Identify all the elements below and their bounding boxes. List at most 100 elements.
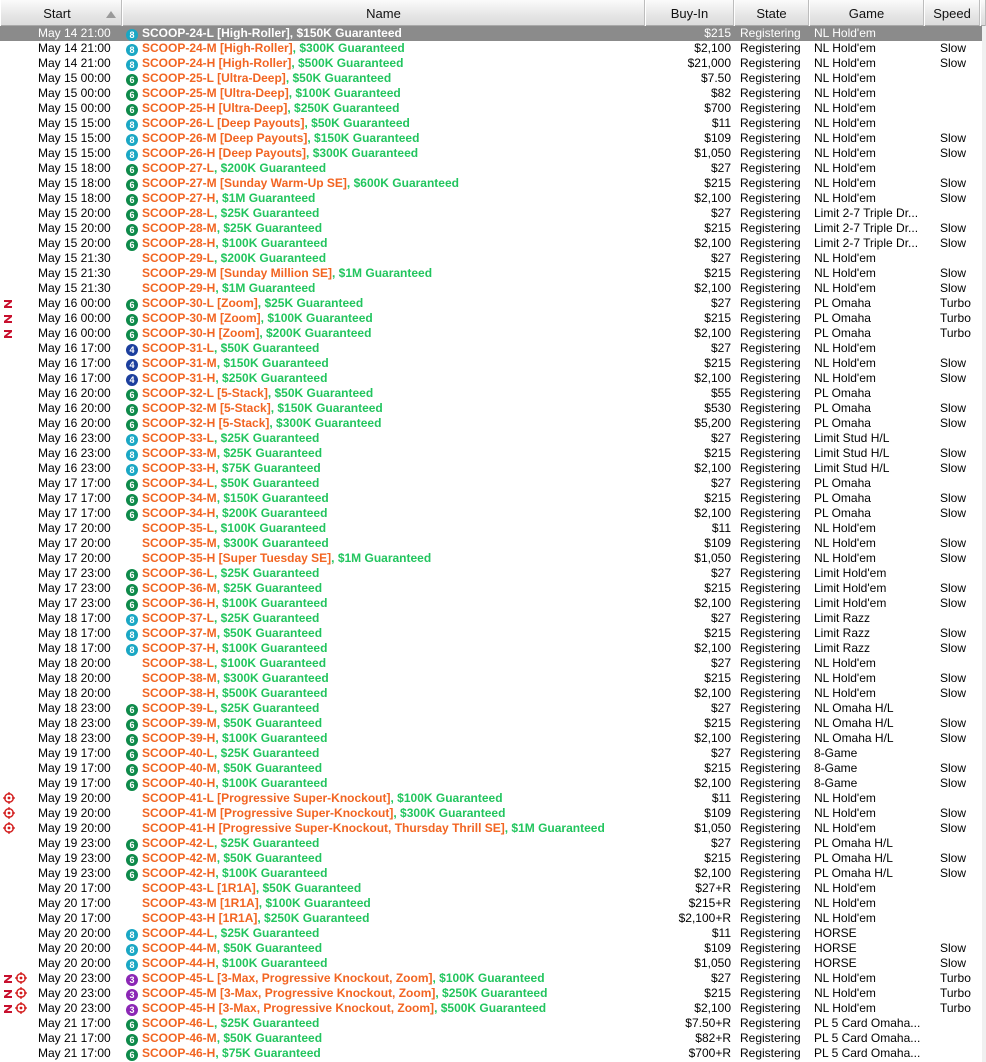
tournament-row[interactable]: May 18 20:00 SCOOP-38-L, $100K Guaranteed…	[0, 656, 986, 671]
tournament-row[interactable]: May 18 23:00 6 SCOOP-39-H, $100K Guarantee…	[0, 731, 986, 746]
tournament-row[interactable]: May 15 15:00 8 SCOOP-26-H [Deep Payouts], …	[0, 146, 986, 161]
tournament-row[interactable]: May 15 15:00 8 SCOOP-26-L [Deep Payouts], …	[0, 116, 986, 131]
tournament-row[interactable]: May 15 20:00 6 SCOOP-28-L, $25K Guaranteed…	[0, 206, 986, 221]
tournament-row[interactable]: May 16 00:00 6 SCOOP-30-M [Zoom], $100K Gu…	[0, 311, 986, 326]
tournament-row[interactable]: May 16 23:00 8 SCOOP-33-H, $75K Guaranteed…	[0, 461, 986, 476]
tournament-row[interactable]: May 16 00:00 6 SCOOP-30-L [Zoom], $25K Gua…	[0, 296, 986, 311]
tournament-row[interactable]: May 18 23:00 6 SCOOP-39-L, $25K Guaranteed…	[0, 701, 986, 716]
tournament-name-title: SCOOP-29-L	[142, 251, 215, 265]
column-header-speed[interactable]: Speed	[924, 0, 980, 26]
tournament-row[interactable]: May 20 23:00 3 SCOOP-45-H [3-Max, Progress…	[0, 1001, 986, 1016]
tournament-row[interactable]: May 18 17:00 8 SCOOP-37-M, $50K Guaranteed…	[0, 626, 986, 641]
tournament-row[interactable]: May 20 17:00 SCOOP-43-H [1R1A], $250K Gua…	[0, 911, 986, 926]
game: Limit Stud H/L	[814, 431, 890, 445]
tournament-row[interactable]: May 16 20:00 6 SCOOP-32-H [5-Stack], $300K…	[0, 416, 986, 431]
column-header-buyin[interactable]: Buy-In	[645, 0, 734, 26]
tournament-row[interactable]: May 16 17:00 4 SCOOP-31-M, $150K Guarantee…	[0, 356, 986, 371]
tournament-name-title: SCOOP-36-H	[142, 596, 216, 610]
start-time: May 20 17:00	[38, 881, 111, 895]
game: 8-Game	[814, 776, 858, 790]
tournament-row[interactable]: May 15 15:00 8 SCOOP-26-M [Deep Payouts], …	[0, 131, 986, 146]
tournament-row[interactable]: May 19 17:00 6 SCOOP-40-H, $100K Guarantee…	[0, 776, 986, 791]
tournament-row[interactable]: May 17 17:00 6 SCOOP-34-H, $200K Guarantee…	[0, 506, 986, 521]
tournament-row[interactable]: May 18 23:00 6 SCOOP-39-M, $50K Guaranteed…	[0, 716, 986, 731]
tournament-feature-icons	[3, 716, 37, 731]
tournament-feature-icons	[3, 761, 37, 776]
tournament-row[interactable]: May 15 18:00 6 SCOOP-27-H, $1M Guaranteed $…	[0, 191, 986, 206]
tournament-row[interactable]: May 15 20:00 6 SCOOP-28-H, $100K Guarantee…	[0, 236, 986, 251]
tournament-row[interactable]: May 16 17:00 4 SCOOP-31-L, $50K Guaranteed…	[0, 341, 986, 356]
column-header-start[interactable]: Start	[0, 0, 122, 26]
tournament-row[interactable]: May 20 20:00 8 SCOOP-44-H, $100K Guarantee…	[0, 956, 986, 971]
tournament-row[interactable]: May 16 20:00 6 SCOOP-32-M [5-Stack], $150K…	[0, 401, 986, 416]
tournament-row[interactable]: May 16 23:00 8 SCOOP-33-M, $25K Guaranteed…	[0, 446, 986, 461]
state: Registering	[740, 221, 801, 235]
game: NL Omaha H/L	[814, 701, 894, 715]
tournament-name-title: SCOOP-40-M	[142, 761, 217, 775]
state: Registering	[740, 416, 801, 430]
tournament-feature-icons	[3, 926, 37, 941]
tournament-row[interactable]: May 19 23:00 6 SCOOP-42-L, $25K Guaranteed…	[0, 836, 986, 851]
tournament-row[interactable]: May 20 23:00 3 SCOOP-45-L [3-Max, Progress…	[0, 971, 986, 986]
tournament-row[interactable]: May 20 23:00 3 SCOOP-45-M [3-Max, Progress…	[0, 986, 986, 1001]
tournament-row[interactable]: May 19 20:00 SCOOP-41-L [Progressive Supe…	[0, 791, 986, 806]
tournament-row[interactable]: May 17 20:00 SCOOP-35-L, $100K Guaranteed…	[0, 521, 986, 536]
tournament-name-title: SCOOP-34-H	[142, 506, 216, 520]
tournament-feature-icons	[3, 281, 37, 296]
tournament-row[interactable]: May 15 21:30 SCOOP-29-L, $200K Guaranteed…	[0, 251, 986, 266]
tournament-row[interactable]: May 17 20:00 SCOOP-35-H [Super Tuesday SE…	[0, 551, 986, 566]
tournament-row[interactable]: May 17 23:00 6 SCOOP-36-L, $25K Guaranteed…	[0, 566, 986, 581]
tournament-row[interactable]: May 18 17:00 8 SCOOP-37-H, $100K Guarantee…	[0, 641, 986, 656]
tournament-row[interactable]: May 20 17:00 SCOOP-43-L [1R1A], $50K Guar…	[0, 881, 986, 896]
tournament-row[interactable]: May 15 20:00 6 SCOOP-28-M, $25K Guaranteed…	[0, 221, 986, 236]
tournament-row[interactable]: May 16 20:00 6 SCOOP-32-L [5-Stack], $50K …	[0, 386, 986, 401]
scrollbar-track[interactable]	[982, 26, 986, 1062]
tournament-row[interactable]: May 16 00:00 6 SCOOP-30-H [Zoom], $200K Gu…	[0, 326, 986, 341]
tournament-row[interactable]: May 21 17:00 6 SCOOP-46-L, $25K Guaranteed…	[0, 1016, 986, 1031]
tournament-row[interactable]: May 19 20:00 SCOOP-41-H [Progressive Supe…	[0, 821, 986, 836]
tournament-row[interactable]: May 15 18:00 6 SCOOP-27-M [Sunday Warm-Up …	[0, 176, 986, 191]
tournament-row[interactable]: May 14 21:00 8 SCOOP-24-H [High-Roller], $…	[0, 56, 986, 71]
tournament-row[interactable]: May 20 20:00 8 SCOOP-44-M, $50K Guaranteed…	[0, 941, 986, 956]
tournament-row[interactable]: May 16 17:00 4 SCOOP-31-H, $250K Guarantee…	[0, 371, 986, 386]
tournament-row[interactable]: May 15 00:00 6 SCOOP-25-H [Ultra-Deep], $2…	[0, 101, 986, 116]
tournament-row[interactable]: May 19 23:00 6 SCOOP-42-M, $50K Guaranteed…	[0, 851, 986, 866]
tournament-row[interactable]: May 17 20:00 SCOOP-35-M, $300K Guaranteed…	[0, 536, 986, 551]
game: NL Omaha H/L	[814, 731, 894, 745]
tournament-row[interactable]: May 15 21:30 SCOOP-29-H, $1M Guaranteed $2…	[0, 281, 986, 296]
tournament-name: 6 SCOOP-36-L, $25K Guaranteed	[126, 566, 678, 581]
tournament-row[interactable]: May 20 17:00 SCOOP-43-M [1R1A], $100K Gua…	[0, 896, 986, 911]
tournament-row[interactable]: May 17 17:00 6 SCOOP-34-M, $150K Guarantee…	[0, 491, 986, 506]
tournament-row[interactable]: May 14 21:00 8 SCOOP-24-M [High-Roller], $…	[0, 41, 986, 56]
tournament-row[interactable]: May 20 20:00 8 SCOOP-44-L, $25K Guaranteed…	[0, 926, 986, 941]
speed: Slow	[940, 761, 967, 775]
tournament-row[interactable]: May 18 20:00 SCOOP-38-M, $300K Guaranteed…	[0, 671, 986, 686]
tournament-row[interactable]: May 21 17:00 6 SCOOP-46-H, $75K Guaranteed…	[0, 1046, 986, 1061]
column-header-state[interactable]: State	[734, 0, 809, 26]
tournament-row[interactable]: May 19 20:00 SCOOP-41-M [Progressive Supe…	[0, 806, 986, 821]
tournament-row[interactable]: May 21 17:00 6 SCOOP-46-M, $50K Guaranteed…	[0, 1031, 986, 1046]
tournament-row[interactable]: May 17 23:00 6 SCOOP-36-H, $100K Guarantee…	[0, 596, 986, 611]
tournament-row[interactable]: May 16 23:00 8 SCOOP-33-L, $25K Guaranteed…	[0, 431, 986, 446]
tournament-name-guarantee: , $150K Guaranteed	[216, 356, 329, 370]
speed: Slow	[940, 446, 967, 460]
tournament-row[interactable]: May 19 23:00 6 SCOOP-42-H, $100K Guarantee…	[0, 866, 986, 881]
column-header-game[interactable]: Game	[809, 0, 924, 26]
tournament-row[interactable]: May 17 17:00 6 SCOOP-34-L, $50K Guaranteed…	[0, 476, 986, 491]
tournament-row[interactable]: May 15 00:00 6 SCOOP-25-M [Ultra-Deep], $1…	[0, 86, 986, 101]
tournament-row[interactable]: May 18 20:00 SCOOP-38-H, $500K Guaranteed…	[0, 686, 986, 701]
buy-in: $2,100	[694, 866, 731, 880]
tournament-row[interactable]: May 15 00:00 6 SCOOP-25-L [Ultra-Deep], $5…	[0, 71, 986, 86]
tournament-row[interactable]: May 19 17:00 6 SCOOP-40-L, $25K Guaranteed…	[0, 746, 986, 761]
tournament-row[interactable]: May 14 21:00 8 SCOOP-24-L [High-Roller], $…	[0, 26, 986, 41]
tournament-row[interactable]: May 18 17:00 8 SCOOP-37-L, $25K Guaranteed…	[0, 611, 986, 626]
buy-in: $215	[704, 986, 731, 1000]
tournament-name-guarantee: , $200K Guaranteed	[259, 326, 372, 340]
tournament-row[interactable]: May 19 17:00 6 SCOOP-40-M, $50K Guaranteed…	[0, 761, 986, 776]
game: NL Hold'em	[814, 116, 876, 130]
tournament-row[interactable]: May 15 21:30 SCOOP-29-M [Sunday Million S…	[0, 266, 986, 281]
tournament-row[interactable]: May 17 23:00 6 SCOOP-36-M, $25K Guaranteed…	[0, 581, 986, 596]
game: NL Hold'em	[814, 191, 876, 205]
column-header-name[interactable]: Name	[122, 0, 645, 26]
tournament-row[interactable]: May 15 18:00 6 SCOOP-27-L, $200K Guarantee…	[0, 161, 986, 176]
